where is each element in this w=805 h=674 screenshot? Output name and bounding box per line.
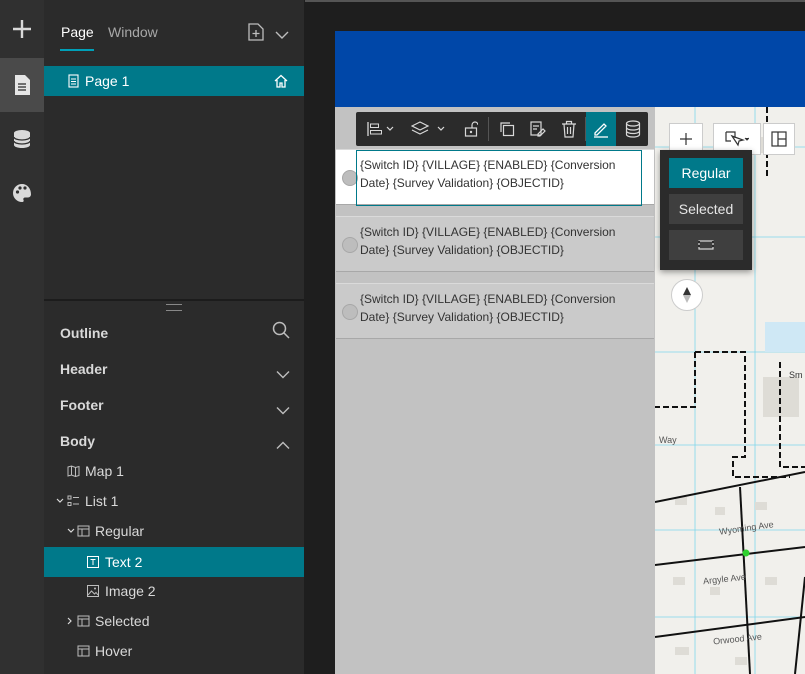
map-label: Sm <box>789 370 803 380</box>
tab-underline <box>60 49 94 51</box>
text-icon <box>87 556 99 568</box>
page-icon[interactable] <box>0 58 44 112</box>
card-icon <box>77 525 90 537</box>
page-panel: Page Window Page 1 Outline Header Footer… <box>44 0 304 674</box>
select-cursor-icon <box>725 131 749 147</box>
list-card[interactable]: {Switch ID} {VILLAGE} {ENABLED} {Convers… <box>336 283 654 339</box>
data-icon[interactable] <box>0 112 44 166</box>
trash-icon <box>562 120 576 138</box>
chevron-down-icon[interactable] <box>276 366 290 384</box>
card-icon <box>77 645 90 657</box>
database-icon <box>625 120 641 138</box>
page-icon <box>68 74 79 88</box>
chevron-down-icon[interactable] <box>275 27 289 45</box>
toolbar-separator <box>488 117 489 141</box>
duplicate-button[interactable] <box>492 112 522 146</box>
tree-item-map-1[interactable]: Map 1 <box>44 456 304 486</box>
compass-icon <box>683 287 691 303</box>
edit-text-button[interactable] <box>586 112 616 146</box>
tree-item-label: List 1 <box>85 493 119 509</box>
tree-item-label: Text 2 <box>105 554 143 570</box>
tree-item-label: Regular <box>95 523 145 539</box>
add-page-icon[interactable] <box>248 23 264 46</box>
chevron-down-icon[interactable] <box>67 528 75 534</box>
card-text[interactable]: {Switch ID} {VILLAGE} {ENABLED} {Convers… <box>360 290 645 326</box>
widget-toolbar <box>356 112 648 146</box>
map-icon <box>67 465 80 477</box>
home-icon[interactable] <box>274 74 288 88</box>
tree-item-label: Selected <box>95 613 150 629</box>
duplicate-icon <box>500 122 515 137</box>
arrange-button[interactable] <box>404 112 452 146</box>
search-icon[interactable] <box>272 321 290 344</box>
tab-page[interactable]: Page <box>61 24 94 40</box>
chevron-down-icon[interactable] <box>276 402 290 420</box>
panel-divider[interactable] <box>44 299 304 301</box>
edit-style-button[interactable] <box>522 112 554 146</box>
tree-item-text-2[interactable]: Text 2 <box>44 547 304 577</box>
tree-item-label: Image 2 <box>105 583 156 599</box>
list-card[interactable]: {Switch ID} {VILLAGE} {ENABLED} {Convers… <box>336 216 654 272</box>
section-footer[interactable]: Footer <box>60 397 104 413</box>
card-image-placeholder <box>342 304 358 320</box>
data-source-button[interactable] <box>618 112 648 146</box>
outline-title: Outline <box>60 325 109 341</box>
theme-palette-icon[interactable] <box>0 166 44 220</box>
hover-state-icon <box>698 240 714 250</box>
layers-icon <box>411 121 445 135</box>
section-body[interactable]: Body <box>60 433 95 449</box>
resize-handle[interactable] <box>166 304 182 311</box>
list-icon <box>67 495 79 506</box>
plus-icon <box>680 133 692 145</box>
list-card[interactable]: {Switch ID} {VILLAGE} {ENABLED} {Convers… <box>336 149 654 206</box>
tree-item-regular[interactable]: Regular <box>44 516 304 546</box>
image-icon <box>87 585 99 597</box>
page-item-page-1[interactable]: Page 1 <box>44 66 304 96</box>
chevron-right-icon[interactable] <box>67 617 73 625</box>
tree-item-label: Map 1 <box>85 463 124 479</box>
app-header[interactable] <box>335 31 805 107</box>
tab-window[interactable]: Window <box>108 24 158 40</box>
tree-item-label: Hover <box>95 643 133 659</box>
tree-item-hover[interactable]: Hover <box>44 636 304 666</box>
delete-button[interactable] <box>554 112 584 146</box>
map-label: Way <box>659 435 677 445</box>
align-left-icon <box>367 122 394 136</box>
card-icon <box>77 615 90 627</box>
tree-item-image-2[interactable]: Image 2 <box>44 576 304 606</box>
layout-icon <box>771 131 787 147</box>
align-button[interactable] <box>358 112 402 146</box>
list-state-menu: Regular Selected <box>660 150 752 270</box>
canvas-edge <box>305 0 805 2</box>
section-header[interactable]: Header <box>60 361 107 377</box>
chevron-up-icon[interactable] <box>276 437 290 455</box>
state-regular-button[interactable]: Regular <box>669 158 743 188</box>
icon-rail <box>0 0 44 674</box>
map-layout-button[interactable] <box>763 123 795 155</box>
state-hover-button[interactable] <box>669 230 743 260</box>
unlock-icon <box>464 121 478 137</box>
page-item-label: Page 1 <box>85 73 130 89</box>
state-selected-button[interactable]: Selected <box>669 194 743 224</box>
tree-item-selected[interactable]: Selected <box>44 606 304 636</box>
compass-button[interactable] <box>671 279 703 311</box>
add-icon[interactable] <box>0 2 44 56</box>
chevron-down-icon[interactable] <box>56 498 64 504</box>
pencil-icon <box>594 123 608 138</box>
card-text[interactable]: {Switch ID} {VILLAGE} {ENABLED} {Convers… <box>360 223 645 259</box>
tree-item-list-1[interactable]: List 1 <box>44 486 304 516</box>
card-image-placeholder <box>342 237 358 253</box>
style-edit-icon <box>530 121 546 137</box>
card-text[interactable]: {Switch ID} {VILLAGE} {ENABLED} {Convers… <box>360 156 645 192</box>
lock-button[interactable] <box>458 112 484 146</box>
